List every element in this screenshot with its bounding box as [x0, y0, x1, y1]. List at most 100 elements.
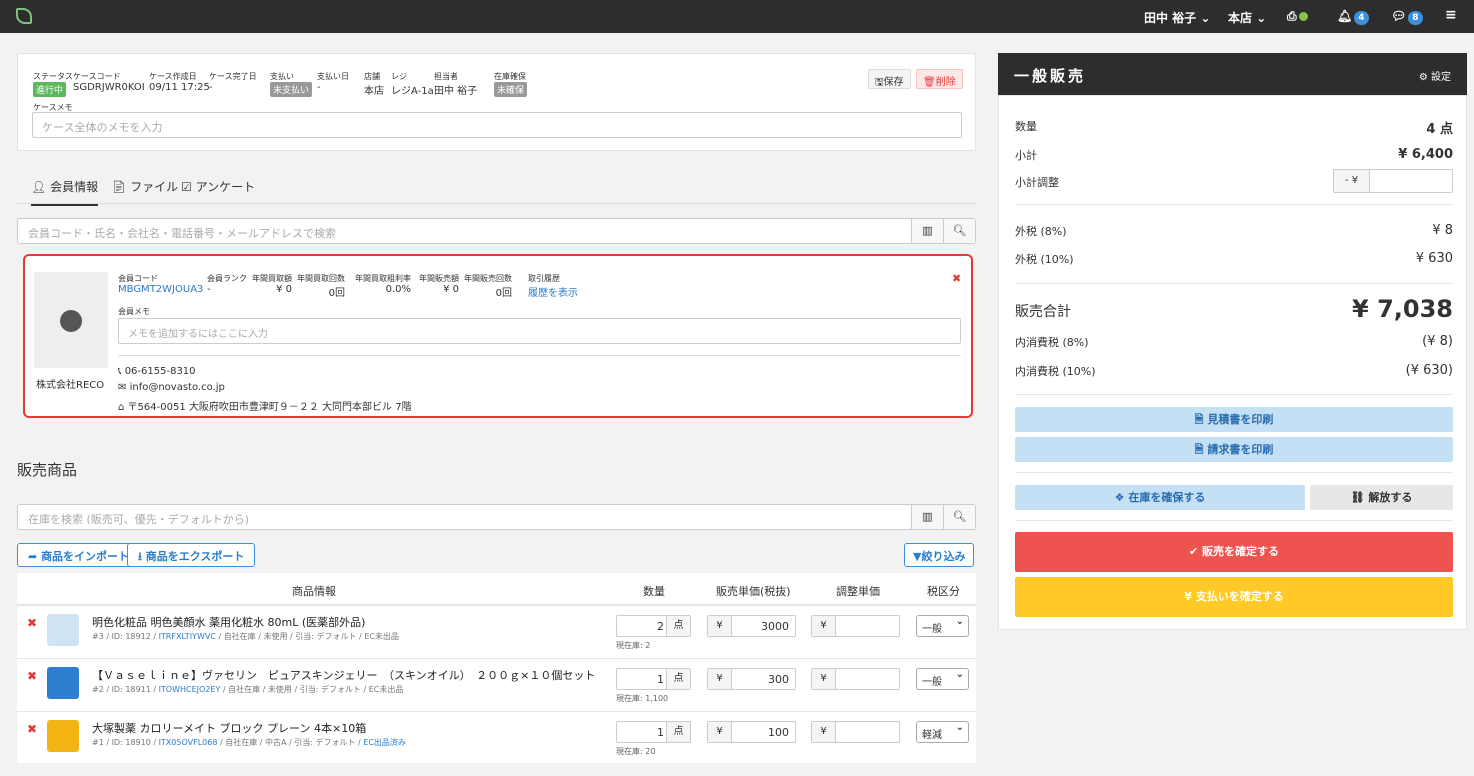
member-margin: 年間買取粗利率 0.0% [355, 274, 411, 295]
member-rank: 会員ランク - [207, 274, 247, 295]
member-buy-amount: 年間買取額 ¥ 0 [252, 274, 292, 295]
confirm-sale-button[interactable]: ✔ 販売を確定する [1015, 532, 1453, 572]
user-name: 田中 裕子 [1144, 11, 1197, 25]
tax-select[interactable]: 軽減 [916, 721, 969, 743]
remove-item-icon[interactable]: ✖ [27, 616, 37, 630]
item-code-link[interactable]: ITOWHCEJO2EY [159, 685, 221, 694]
store-menu[interactable]: 本店 ⌄ [1228, 9, 1266, 26]
intax8-row: 内消費税 (8%) (¥ 8) [1015, 334, 1453, 349]
remove-item-icon[interactable]: ✖ [27, 669, 37, 683]
divider [1015, 204, 1453, 205]
header-tax: 税区分 [927, 585, 960, 598]
settings-button[interactable]: ⚙ 設定 [1419, 68, 1451, 83]
printer-status[interactable]: ⎙ [1287, 9, 1308, 24]
search-icon[interactable]: 🔍︎ [943, 505, 975, 529]
item-code-link[interactable]: ITRFXLTIYWVC [159, 632, 216, 641]
chevron-down-icon: ⌄ [1200, 11, 1211, 25]
message-badge: 8 [1408, 11, 1423, 25]
member-code: 会員コード MBGMT2WJOUA3 [118, 274, 204, 295]
adjusted-price-input[interactable]: ¥ [811, 668, 900, 690]
member-sales-count: 年間販売回数 0回 [464, 274, 512, 299]
quantity-input[interactable]: 2点 [616, 615, 691, 637]
tax-select[interactable]: 一般 [916, 615, 969, 637]
print-invoice-button[interactable]: 🗎 請求書を印刷 [1015, 437, 1453, 462]
product-meta: #3 / ID: 18912 / ITRFXLTIYWVC / 自社在庫 / 未… [92, 632, 399, 641]
member-name: 株式会社RECO [36, 380, 105, 391]
import-button[interactable]: ➦ 商品をインポート [17, 543, 141, 567]
quantity-input[interactable]: 1点 [616, 721, 691, 743]
member-sales-amount: 年間販売額 ¥ 0 [419, 274, 459, 295]
member-phone: 📞︎ 06-6155-8310 [118, 366, 196, 377]
stock-count: 現在庫: 1,100 [616, 694, 669, 703]
divider [1015, 394, 1453, 395]
stock-count: 現在庫: 2 [616, 641, 651, 650]
case-code: ケースコード SGDRJWR0KOI [73, 72, 145, 93]
barcode-icon[interactable]: ▥ [911, 219, 943, 243]
tax-select[interactable]: 一般 [916, 668, 969, 690]
notifications-button[interactable]: 🔔︎ 4 [1337, 9, 1369, 25]
sales-section-title: 販売商品 [17, 461, 78, 479]
status-dot-icon [1298, 12, 1308, 21]
pdf-icon: 🗎 [1194, 443, 1204, 456]
printer-icon: ⎙ [1287, 9, 1297, 23]
release-button[interactable]: ⛓ 解放する [1310, 485, 1453, 510]
remove-item-icon[interactable]: ✖ [27, 722, 37, 736]
divider [1015, 520, 1453, 521]
check-icon: ✔ [1188, 545, 1199, 558]
save-button[interactable]: 🖫保存 [868, 69, 911, 89]
delete-button[interactable]: 🗑削除 [916, 69, 963, 89]
export-button[interactable]: ⭳ 商品をエクスポート [127, 543, 256, 567]
summary-panel: 数量 4 点 小計 ¥ 6,400 小計調整 - ¥ 外税 (8%) ¥ 8 外税 (… [998, 95, 1467, 630]
payment-badge: 未支払い [270, 82, 313, 97]
table-row: ✖ 大塚製薬 カロリーメイト ブロック プレーン 4本×10箱 #1 / ID:… [17, 711, 976, 763]
table-row: ✖ 明色化粧品 明色美顔水 薬用化粧水 80mL (医薬部外品) #3 / ID… [17, 605, 976, 658]
notification-badge: 4 [1354, 11, 1369, 25]
member-memo-textarea[interactable]: メモを追加するにはここに入力 [118, 318, 961, 344]
divider [1015, 283, 1453, 284]
product-thumbnail [47, 614, 79, 646]
member-buy-count: 年間買取回数 0回 [297, 274, 345, 299]
tax8-row: 外税 (8%) ¥ 8 [1015, 223, 1453, 238]
app-logo-icon[interactable] [16, 8, 32, 24]
quantity-input[interactable]: 1点 [616, 668, 691, 690]
user-avatar-icon [60, 310, 82, 332]
adjusted-price-input[interactable]: ¥ [811, 615, 900, 637]
member-code-link[interactable]: MBGMT2WJOUA3 [118, 284, 203, 295]
reserve-stock-button[interactable]: ❖ 在庫を確保する [1015, 485, 1305, 510]
remove-member-icon[interactable]: ✖ [952, 272, 961, 285]
barcode-icon[interactable]: ▥ [911, 505, 943, 529]
confirm-payment-button[interactable]: ¥ 支払いを確定する [1015, 577, 1453, 617]
item-code-link[interactable]: ITX05OVFL068 [159, 738, 218, 747]
tab-member-info[interactable]: 👤︎ 会員情報 [31, 178, 99, 206]
file-icon: 📄︎ [111, 180, 127, 194]
store-name: 本店 [1228, 11, 1253, 25]
stock-search-input[interactable]: 在庫を検索 (販売可、優先・デフォルトから) ▥ 🔍︎ [17, 504, 976, 530]
member-tabs: 👤︎ 会員情報 📄︎ ファイル ☑ アンケート [17, 170, 976, 206]
filter-button[interactable]: ▼絞り込み [904, 543, 975, 567]
user-menu[interactable]: 田中 裕子 ⌄ [1144, 9, 1210, 26]
tab-survey[interactable]: ☑ アンケート [181, 178, 255, 195]
history-link[interactable]: 履歴を表示 [528, 284, 578, 299]
search-icon[interactable]: 🔍︎ [943, 219, 975, 243]
price-input[interactable]: ¥3000 [707, 615, 796, 637]
tab-files[interactable]: 📄︎ ファイル [111, 178, 178, 195]
member-search-input[interactable]: 会員コード・氏名・会社名・電話番号・メールアドレスで検索 ▥ 🔍︎ [17, 218, 976, 244]
case-register: レジ レジA-1a [391, 72, 434, 97]
subtotal-adjust-input[interactable]: - ¥ [1333, 169, 1453, 193]
adjusted-price-input[interactable]: ¥ [811, 721, 900, 743]
price-input[interactable]: ¥300 [707, 668, 796, 690]
unlink-icon: ⛓ [1350, 491, 1365, 504]
qty-row: 数量 4 点 [1015, 120, 1453, 137]
ec-listing-link[interactable]: EC出品済み [363, 738, 406, 747]
price-input[interactable]: ¥100 [707, 721, 796, 743]
print-estimate-button[interactable]: 🗎 見積書を印刷 [1015, 407, 1453, 432]
case-memo-textarea[interactable]: ケース全体のメモを入力 [32, 112, 962, 138]
tax10-row: 外税 (10%) ¥ 630 [1015, 251, 1453, 266]
chevron-down-icon: ⌄ [1256, 11, 1267, 25]
case-paydate: 支払い日 - [317, 72, 349, 93]
intax10-row: 内消費税 (10%) (¥ 630) [1015, 363, 1453, 378]
member-history: 取引履歴 履歴を表示 [528, 274, 578, 299]
hamburger-menu-icon[interactable]: ≡ [1445, 7, 1457, 23]
top-navbar: 田中 裕子 ⌄ 本店 ⌄ ⎙ 🔔︎ 4 💬︎ 8 ≡ [0, 0, 1474, 33]
messages-button[interactable]: 💬︎ 8 [1391, 9, 1423, 25]
